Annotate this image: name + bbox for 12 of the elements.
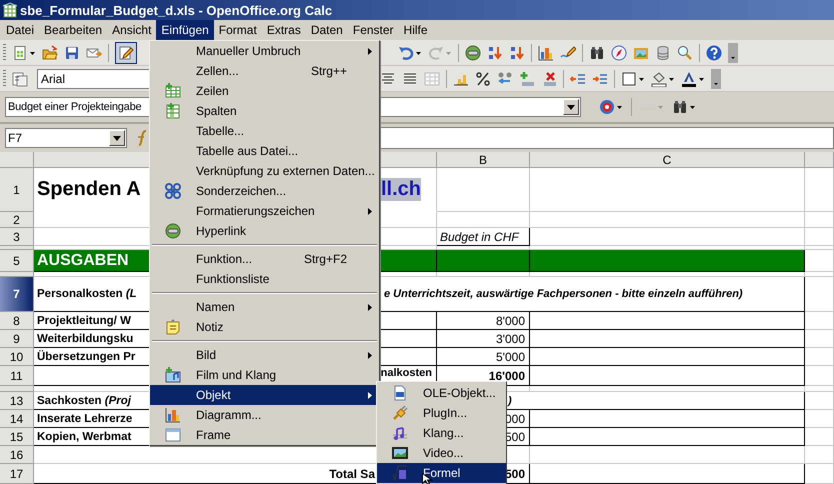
- cell-text: ll.ch: [380, 178, 421, 201]
- cell-text: e Unterrichtszeit, auswärtige Fachpersonen - bitte einzeln aufführen): [384, 288, 743, 300]
- shortcut-label: Strg+F2: [304, 252, 348, 266]
- cell-text: Spenden A: [37, 178, 141, 201]
- table-cell: 3'000: [437, 330, 530, 348]
- cell-text: Sachkosten (Proj: [37, 394, 131, 406]
- window-title: sbe_Formular_Budget_d.xls - OpenOffice.org Calc: [20, 2, 332, 18]
- table-cell: Budget in CHF: [437, 228, 530, 246]
- shortcut-label: Strg++: [310, 64, 348, 78]
- cell-text: Personalkosten (L: [37, 288, 137, 300]
- table-cell: 8'000: [437, 312, 530, 330]
- table-cell: 5'000: [437, 348, 530, 366]
